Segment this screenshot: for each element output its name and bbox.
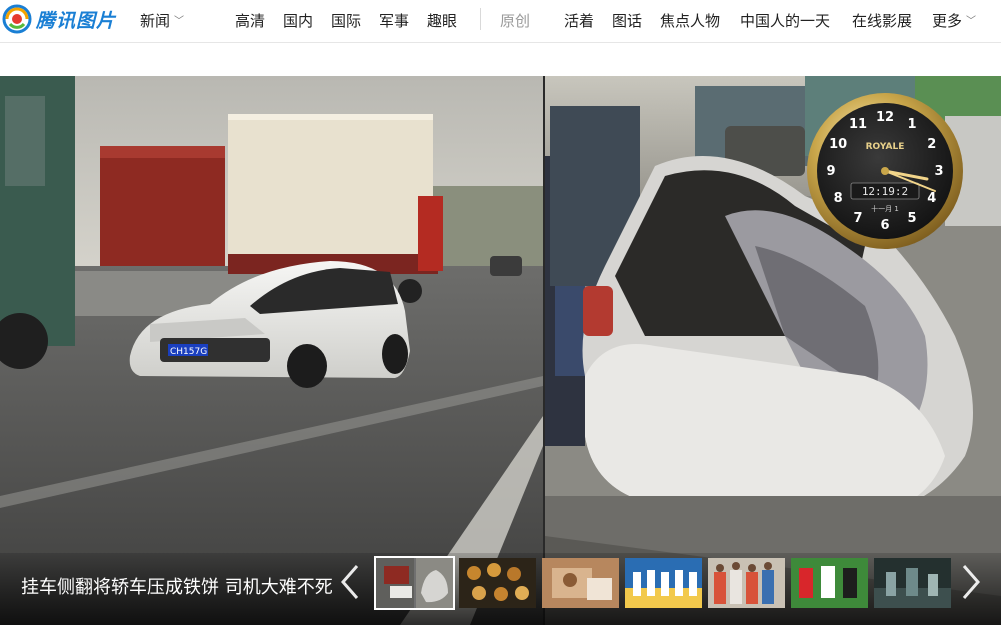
clock-numeral: 12 xyxy=(876,110,894,125)
clock-numeral: 11 xyxy=(849,117,867,132)
nav-item-focus-people[interactable]: 焦点人物 xyxy=(660,10,720,31)
chevron-left-icon xyxy=(341,565,359,599)
chevron-down-icon: ﹀ xyxy=(174,16,185,27)
clock-numeral: 10 xyxy=(829,137,847,152)
thumbnail-image xyxy=(542,558,619,608)
nav-item-funny[interactable]: 趣眼 xyxy=(427,10,457,31)
thumbnail-6[interactable] xyxy=(791,558,868,608)
nav-divider xyxy=(480,8,481,30)
thumbnail-3[interactable] xyxy=(542,558,619,608)
thumbnail-4[interactable] xyxy=(625,558,702,608)
clock-numeral: 3 xyxy=(934,164,943,179)
thumbnail-image xyxy=(874,558,951,608)
main-photo-highway[interactable]: CH157G xyxy=(0,76,543,625)
top-navigation: 腾讯图片 新闻 ﹀ 高清 国内 国际 军事 趣眼 原创 活着 图话 焦点人物 中国… xyxy=(0,0,1001,43)
thumbnail-2[interactable] xyxy=(459,558,536,608)
clock-numeral: 9 xyxy=(826,164,835,179)
thumbnail-5[interactable] xyxy=(708,558,785,608)
nav-item-military[interactable]: 军事 xyxy=(379,10,409,31)
next-button[interactable] xyxy=(956,562,984,602)
thumbnail-1[interactable] xyxy=(374,556,455,610)
thumbnail-7[interactable] xyxy=(874,558,951,608)
thumbnail-image xyxy=(625,558,702,608)
nav-item-alive[interactable]: 活着 xyxy=(564,10,594,31)
thumbnail-image xyxy=(708,558,785,608)
clock-date: 十一月 1 xyxy=(871,204,899,213)
clock-numeral: 2 xyxy=(927,137,936,152)
clock-brand: ROYALE xyxy=(866,142,905,152)
clock-digital-time: 12:19:2 xyxy=(862,185,908,198)
brand-name: 腾讯图片 xyxy=(36,9,117,32)
prev-button[interactable] xyxy=(337,562,365,602)
nav-item-online-exhibition[interactable]: 在线影展 xyxy=(852,10,912,31)
nav-item-photo-talk[interactable]: 图话 xyxy=(612,10,642,31)
clock-numeral: 6 xyxy=(880,218,889,233)
thumbnail-image xyxy=(459,558,536,608)
nav-item-more[interactable]: 更多 ﹀ xyxy=(932,10,976,31)
clock-numeral: 7 xyxy=(853,211,862,226)
nav-item-domestic[interactable]: 国内 xyxy=(283,10,313,31)
clock-numeral: 8 xyxy=(834,191,843,206)
nav-item-original[interactable]: 原创 xyxy=(500,10,530,31)
desktop-clock-widget[interactable]: 12 12 3 45 6 78 9 1011 ROYALE 12:19:2 十一月 1 xyxy=(805,91,965,251)
nav-item-news[interactable]: 新闻 ﹀ xyxy=(140,10,184,31)
clock-numeral: 5 xyxy=(907,211,916,226)
nav-item-hd[interactable]: 高清 xyxy=(235,10,265,31)
thumbnail-image xyxy=(791,558,868,608)
photo-caption: 挂车侧翻将轿车压成铁饼 司机大难不死 xyxy=(21,577,333,598)
chevron-down-icon: ﹀ xyxy=(966,16,977,27)
nav-label: 新闻 xyxy=(140,12,171,30)
license-plate: CH157G xyxy=(170,347,207,357)
nav-item-international[interactable]: 国际 xyxy=(331,10,361,31)
thumbnail-image xyxy=(376,558,453,608)
clock-numeral: 4 xyxy=(927,191,936,206)
tencent-logo-icon xyxy=(2,4,32,34)
brand-logo[interactable]: 腾讯图片 xyxy=(2,4,116,34)
chevron-right-icon xyxy=(962,565,980,599)
nav-item-a-day[interactable]: 中国人的一天 xyxy=(740,10,830,31)
clock-numeral: 1 xyxy=(907,117,916,132)
nav-label: 更多 xyxy=(932,12,963,30)
